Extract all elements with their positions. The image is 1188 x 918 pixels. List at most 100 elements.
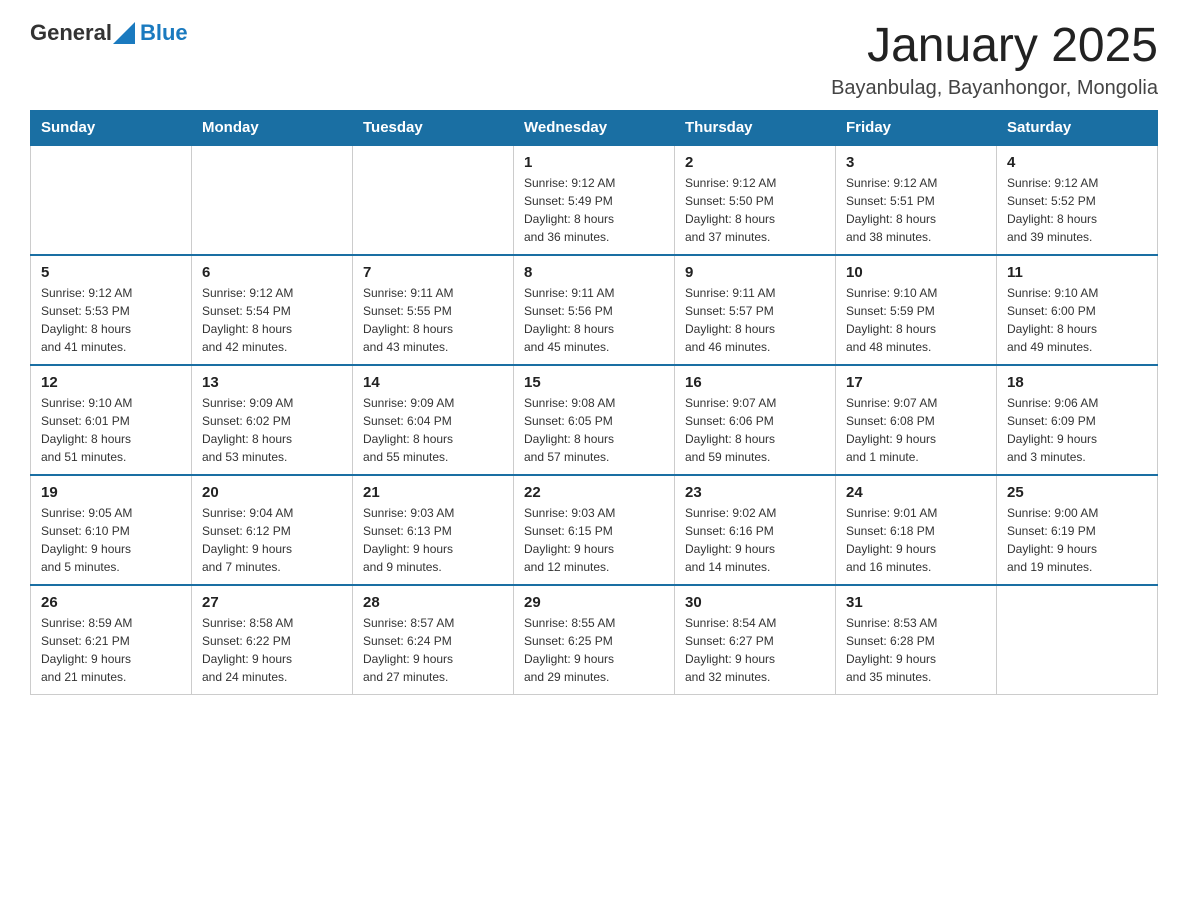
day-info: Sunrise: 9:12 AMSunset: 5:51 PMDaylight:… <box>846 174 986 246</box>
calendar-cell: 31 Sunrise: 8:53 AMSunset: 6:28 PMDayligh… <box>836 585 997 695</box>
col-header-thursday: Thursday <box>675 110 836 145</box>
calendar-cell: 20Sunrise: 9:04 AMSunset: 6:12 PMDayligh… <box>192 475 353 585</box>
day-number: 31 <box>846 594 986 611</box>
day-info: Sunrise: 9:01 AMSunset: 6:18 PMDaylight:… <box>846 504 986 576</box>
calendar-cell: 7 Sunrise: 9:11 AMSunset: 5:55 PMDaylight… <box>353 255 514 365</box>
calendar-cell: 16Sunrise: 9:07 AMSunset: 6:06 PMDayligh… <box>675 365 836 475</box>
col-header-friday: Friday <box>836 110 997 145</box>
calendar-cell: 19 Sunrise: 9:05 AMSunset: 6:10 PMDayligh… <box>31 475 192 585</box>
day-info: Sunrise: 9:12 AMSunset: 5:49 PMDaylight:… <box>524 174 664 246</box>
location-subtitle: Bayanbulag, Bayanhongor, Mongolia <box>831 77 1158 100</box>
calendar-week-row: 1 Sunrise: 9:12 AMSunset: 5:49 PMDaylight… <box>31 145 1158 255</box>
calendar-cell: 10 Sunrise: 9:10 AMSunset: 5:59 PMDayligh… <box>836 255 997 365</box>
day-number: 15 <box>524 374 664 391</box>
day-info: Sunrise: 8:53 AMSunset: 6:28 PMDaylight:… <box>846 614 986 686</box>
day-number: 18 <box>1007 374 1147 391</box>
day-number: 4 <box>1007 154 1147 171</box>
day-number: 23 <box>685 484 825 501</box>
day-number: 11 <box>1007 264 1147 281</box>
day-number: 6 <box>202 264 342 281</box>
title-block: January 2025 Bayanbulag, Bayanhongor, Mo… <box>831 20 1158 100</box>
day-number: 29 <box>524 594 664 611</box>
calendar-cell: 23 Sunrise: 9:02 AMSunset: 6:16 PMDayligh… <box>675 475 836 585</box>
day-info: Sunrise: 9:12 AMSunset: 5:50 PMDaylight:… <box>685 174 825 246</box>
day-info: Sunrise: 9:11 AMSunset: 5:56 PMDaylight:… <box>524 284 664 356</box>
day-number: 8 <box>524 264 664 281</box>
calendar-cell <box>997 585 1158 695</box>
day-number: 27 <box>202 594 342 611</box>
calendar-table: SundayMondayTuesdayWednesdayThursdayFrid… <box>30 110 1158 695</box>
calendar-cell: 25Sunrise: 9:00 AMSunset: 6:19 PMDayligh… <box>997 475 1158 585</box>
day-info: Sunrise: 9:10 AMSunset: 6:01 PMDaylight:… <box>41 394 181 466</box>
day-info: Sunrise: 9:12 AMSunset: 5:53 PMDaylight:… <box>41 284 181 356</box>
day-number: 30 <box>685 594 825 611</box>
calendar-cell <box>353 145 514 255</box>
calendar-cell <box>31 145 192 255</box>
day-info: Sunrise: 9:05 AMSunset: 6:10 PMDaylight:… <box>41 504 181 576</box>
day-number: 22 <box>524 484 664 501</box>
day-number: 19 <box>41 484 181 501</box>
day-number: 14 <box>363 374 503 391</box>
calendar-cell: 8 Sunrise: 9:11 AMSunset: 5:56 PMDaylight… <box>514 255 675 365</box>
day-number: 12 <box>41 374 181 391</box>
calendar-cell: 11Sunrise: 9:10 AMSunset: 6:00 PMDayligh… <box>997 255 1158 365</box>
day-number: 28 <box>363 594 503 611</box>
day-info: Sunrise: 9:06 AMSunset: 6:09 PMDaylight:… <box>1007 394 1147 466</box>
calendar-cell: 29 Sunrise: 8:55 AMSunset: 6:25 PMDayligh… <box>514 585 675 695</box>
calendar-cell: 12 Sunrise: 9:10 AMSunset: 6:01 PMDayligh… <box>31 365 192 475</box>
day-info: Sunrise: 8:55 AMSunset: 6:25 PMDaylight:… <box>524 614 664 686</box>
day-number: 16 <box>685 374 825 391</box>
calendar-week-row: 26 Sunrise: 8:59 AMSunset: 6:21 PMDayligh… <box>31 585 1158 695</box>
calendar-cell: 4 Sunrise: 9:12 AMSunset: 5:52 PMDaylight… <box>997 145 1158 255</box>
calendar-week-row: 19 Sunrise: 9:05 AMSunset: 6:10 PMDayligh… <box>31 475 1158 585</box>
page-header: General Blue January 2025 Bayanbulag, Ba… <box>30 20 1158 100</box>
day-number: 9 <box>685 264 825 281</box>
calendar-cell: 24 Sunrise: 9:01 AMSunset: 6:18 PMDayligh… <box>836 475 997 585</box>
day-info: Sunrise: 9:11 AMSunset: 5:55 PMDaylight:… <box>363 284 503 356</box>
col-header-monday: Monday <box>192 110 353 145</box>
calendar-cell: 21 Sunrise: 9:03 AMSunset: 6:13 PMDayligh… <box>353 475 514 585</box>
month-title: January 2025 <box>831 20 1158 73</box>
day-number: 2 <box>685 154 825 171</box>
day-info: Sunrise: 9:03 AMSunset: 6:15 PMDaylight:… <box>524 504 664 576</box>
day-info: Sunrise: 9:12 AMSunset: 5:54 PMDaylight:… <box>202 284 342 356</box>
logo: General Blue <box>30 20 188 46</box>
day-info: Sunrise: 9:12 AMSunset: 5:52 PMDaylight:… <box>1007 174 1147 246</box>
calendar-cell: 18 Sunrise: 9:06 AMSunset: 6:09 PMDayligh… <box>997 365 1158 475</box>
day-info: Sunrise: 9:11 AMSunset: 5:57 PMDaylight:… <box>685 284 825 356</box>
day-number: 7 <box>363 264 503 281</box>
calendar-cell: 27 Sunrise: 8:58 AMSunset: 6:22 PMDayligh… <box>192 585 353 695</box>
col-header-wednesday: Wednesday <box>514 110 675 145</box>
day-number: 10 <box>846 264 986 281</box>
day-info: Sunrise: 9:03 AMSunset: 6:13 PMDaylight:… <box>363 504 503 576</box>
day-info: Sunrise: 9:09 AMSunset: 6:02 PMDaylight:… <box>202 394 342 466</box>
day-number: 1 <box>524 154 664 171</box>
day-info: Sunrise: 8:59 AMSunset: 6:21 PMDaylight:… <box>41 614 181 686</box>
logo-text-general: General <box>30 20 112 46</box>
day-info: Sunrise: 9:02 AMSunset: 6:16 PMDaylight:… <box>685 504 825 576</box>
day-info: Sunrise: 8:57 AMSunset: 6:24 PMDaylight:… <box>363 614 503 686</box>
day-number: 21 <box>363 484 503 501</box>
calendar-cell: 2 Sunrise: 9:12 AMSunset: 5:50 PMDaylight… <box>675 145 836 255</box>
col-header-sunday: Sunday <box>31 110 192 145</box>
day-info: Sunrise: 9:10 AMSunset: 5:59 PMDaylight:… <box>846 284 986 356</box>
calendar-cell: 26 Sunrise: 8:59 AMSunset: 6:21 PMDayligh… <box>31 585 192 695</box>
day-number: 26 <box>41 594 181 611</box>
day-number: 5 <box>41 264 181 281</box>
calendar-cell: 13 Sunrise: 9:09 AMSunset: 6:02 PMDayligh… <box>192 365 353 475</box>
calendar-cell: 9 Sunrise: 9:11 AMSunset: 5:57 PMDaylight… <box>675 255 836 365</box>
calendar-header-row: SundayMondayTuesdayWednesdayThursdayFrid… <box>31 110 1158 145</box>
col-header-tuesday: Tuesday <box>353 110 514 145</box>
day-number: 13 <box>202 374 342 391</box>
calendar-cell: 3Sunrise: 9:12 AMSunset: 5:51 PMDaylight… <box>836 145 997 255</box>
calendar-cell: 30 Sunrise: 8:54 AMSunset: 6:27 PMDayligh… <box>675 585 836 695</box>
calendar-cell: 22 Sunrise: 9:03 AMSunset: 6:15 PMDayligh… <box>514 475 675 585</box>
day-info: Sunrise: 8:58 AMSunset: 6:22 PMDaylight:… <box>202 614 342 686</box>
calendar-cell <box>192 145 353 255</box>
day-number: 20 <box>202 484 342 501</box>
day-number: 24 <box>846 484 986 501</box>
day-info: Sunrise: 8:54 AMSunset: 6:27 PMDaylight:… <box>685 614 825 686</box>
calendar-cell: 6 Sunrise: 9:12 AMSunset: 5:54 PMDaylight… <box>192 255 353 365</box>
calendar-cell: 15Sunrise: 9:08 AMSunset: 6:05 PMDayligh… <box>514 365 675 475</box>
calendar-cell: 28 Sunrise: 8:57 AMSunset: 6:24 PMDayligh… <box>353 585 514 695</box>
